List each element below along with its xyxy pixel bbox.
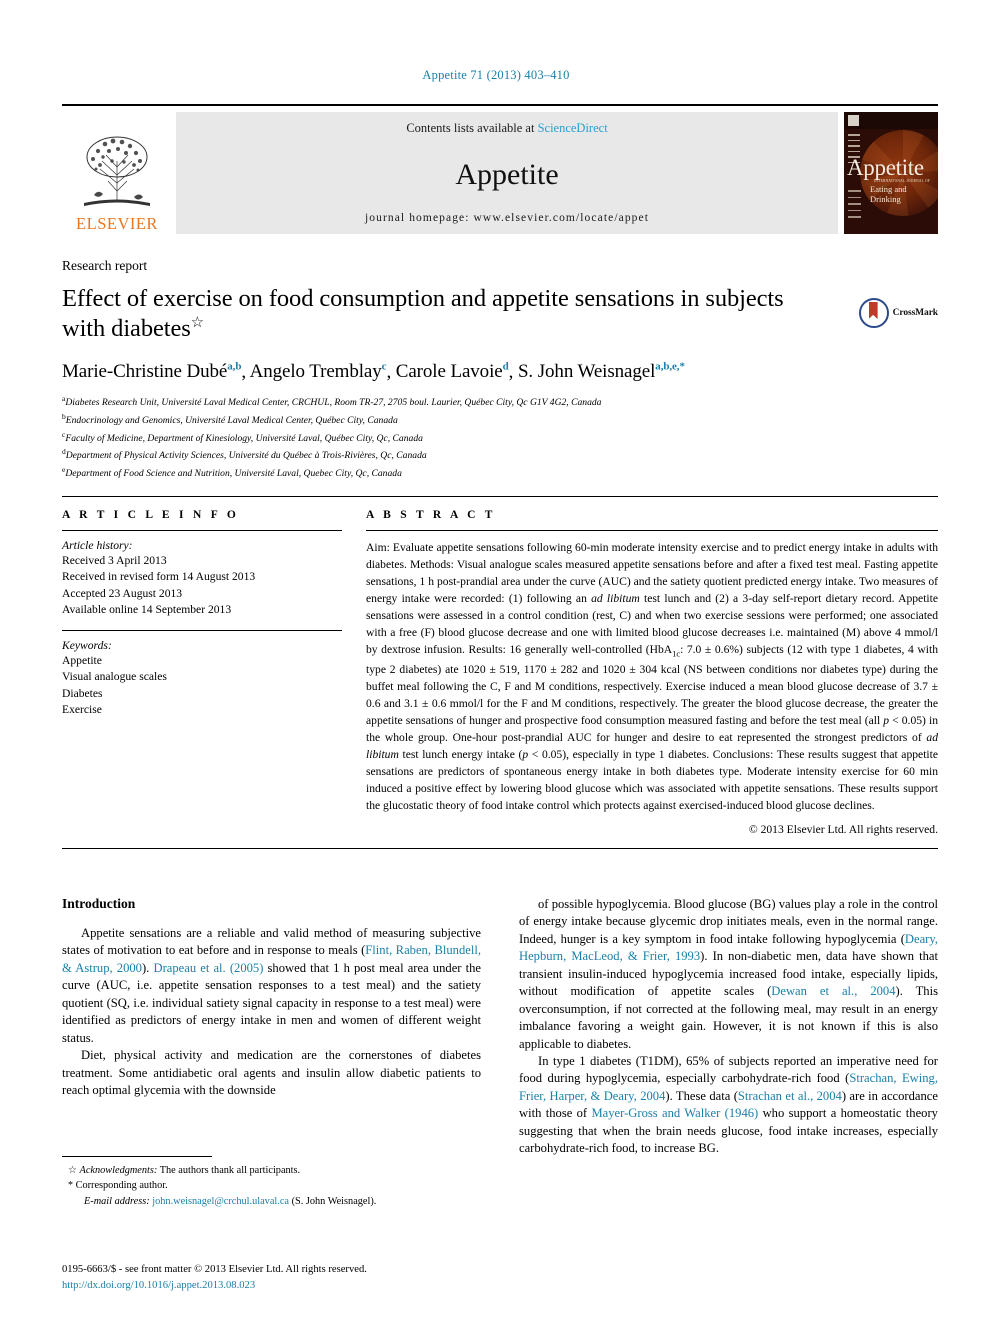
keyword-item: Visual analogue scales — [62, 670, 167, 684]
journal-masthead: ELSEVIER Contents lists available at Sci… — [62, 104, 938, 236]
article-type-label: Research report — [62, 258, 148, 273]
article-history-item: Received in revised form 14 August 2013 — [62, 570, 256, 584]
corresponding-author-text: Corresponding author. — [75, 1180, 168, 1192]
cover-journal-title: Appetite — [847, 155, 924, 180]
crossmark-badge-icon — [858, 298, 889, 328]
footnote-divider — [62, 1156, 212, 1157]
article-info-column: A R T I C L E I N F O Article history: R… — [62, 497, 358, 836]
masthead-center-panel: Contents lists available at ScienceDirec… — [176, 112, 838, 234]
affiliation-list: aDiabetes Research Unit, Université Lava… — [62, 393, 938, 482]
keyword-item: Appetite — [62, 653, 102, 667]
article-title-text: Effect of exercise on food consumption a… — [62, 285, 784, 343]
contents-available-line: Contents lists available at ScienceDirec… — [406, 121, 607, 136]
paragraph: In type 1 diabetes (T1DM), 65% of subjec… — [519, 1053, 939, 1156]
info-abstract-band: A R T I C L E I N F O Article history: R… — [62, 496, 938, 850]
imprint-block: 0195-6663/$ - see front matter © 2013 El… — [62, 1262, 562, 1294]
acknowledgments-label: Acknowledgments: — [79, 1165, 158, 1176]
abstract-column: A B S T R A C T Aim: Evaluate appetite s… — [358, 497, 938, 836]
article-header: Research report Effect of exercise on fo… — [62, 258, 938, 482]
paragraph: Diet, physical activity and medication a… — [62, 1048, 481, 1097]
paragraph: Appetite sensations are a reliable and v… — [62, 926, 482, 1045]
divider — [366, 530, 938, 531]
issn-copyright-line: 0195-6663/$ - see front matter © 2013 El… — [62, 1264, 367, 1275]
author-affiliation-marks: a,b,e,* — [655, 360, 685, 373]
article-history-item: Available online 14 September 2013 — [62, 603, 232, 617]
email-owner: (S. John Weisnagel). — [291, 1195, 377, 1207]
article-history-item: Accepted 23 August 2013 — [62, 586, 183, 600]
cover-journal-subtitle-small: INTERNATIONAL JOURNAL OF — [874, 179, 931, 183]
contents-prefix: Contents lists available at — [406, 121, 538, 135]
affiliation-text: Department of Physical Activity Sciences… — [65, 450, 427, 462]
article-body: Introduction Appetite sensations are a r… — [62, 896, 938, 1158]
affiliation-item: cFaculty of Medicine, Department of Kine… — [62, 429, 938, 447]
footnote-marker: * — [68, 1180, 73, 1192]
journal-homepage-line[interactable]: journal homepage: www.elsevier.com/locat… — [365, 212, 649, 224]
author-item[interactable]: Carole Lavoied — [396, 361, 509, 382]
author-affiliation-marks: a,b — [227, 360, 242, 373]
cover-text-lines-bottom — [848, 190, 861, 223]
crossmark-logo[interactable]: CrossMark — [858, 284, 938, 328]
footnote-marker: ☆ — [68, 1165, 77, 1176]
cover-publisher-badge-icon — [848, 115, 859, 126]
journal-cover-thumbnail: Appetite INTERNATIONAL JOURNAL OF Eating… — [844, 112, 938, 234]
author-item[interactable]: Marie-Christine Dubéa,b — [62, 361, 241, 382]
title-footnote-marker[interactable]: ☆ — [191, 315, 204, 331]
elsevier-logo: ELSEVIER — [62, 112, 172, 234]
keyword-item: Diabetes — [62, 686, 103, 700]
affiliation-item: dDepartment of Physical Activity Science… — [62, 446, 938, 464]
email-link[interactable]: john.weisnagel@crchul.ulaval.ca — [152, 1196, 289, 1207]
divider — [62, 530, 342, 531]
keywords-label: Keywords: — [62, 638, 112, 652]
author-affiliation-marks: c — [381, 360, 387, 373]
journal-article-page: Appetite 71 (2013) 403–410 ELSEVIER Cont… — [0, 0, 992, 1323]
affiliation-item: aDiabetes Research Unit, Université Lava… — [62, 393, 938, 411]
author-item[interactable]: S. John Weisnagela,b,e,* — [518, 361, 685, 382]
divider — [62, 848, 938, 850]
author-item[interactable]: Angelo Tremblayc — [250, 361, 387, 382]
keyword-item: Exercise — [62, 703, 102, 717]
author-name: Carole Lavoie — [395, 361, 503, 383]
abstract-heading: A B S T R A C T — [366, 509, 496, 521]
acknowledgments-text: The authors thank all participants. — [157, 1165, 301, 1176]
sciencedirect-link[interactable]: ScienceDirect — [538, 121, 608, 135]
divider — [62, 629, 342, 631]
footnote-corresponding-author: * Corresponding author. — [62, 1178, 481, 1193]
running-head: Appetite 71 (2013) 403–410 — [422, 68, 570, 82]
author-name: Marie-Christine Dubé — [62, 361, 228, 383]
article-info-heading: A R T I C L E I N F O — [62, 509, 240, 521]
article-history-item: Received 3 April 2013 — [62, 554, 167, 567]
affiliation-text: Endocrinology and Genomics, Université L… — [65, 415, 398, 427]
elsevier-tree-icon — [84, 136, 150, 206]
crossmark-label: CrossMark — [892, 308, 938, 318]
footnote-acknowledgments: ☆ Acknowledgments: The authors thank all… — [62, 1163, 481, 1178]
article-history-label: Article history: — [62, 539, 133, 552]
section-title-introduction: Introduction — [62, 896, 136, 911]
abstract-copyright: © 2013 Elsevier Ltd. All rights reserved… — [748, 823, 938, 837]
author-name: S. John Weisnagel — [517, 361, 656, 383]
author-name: Angelo Tremblay — [249, 361, 382, 383]
doi-link[interactable]: http://dx.doi.org/10.1016/j.appet.2013.0… — [62, 1278, 562, 1294]
elsevier-wordmark: ELSEVIER — [76, 213, 158, 233]
body-column-right: of possible hypoglycemia. Blood glucose … — [519, 896, 938, 1158]
affiliation-text: Diabetes Research Unit, Université Laval… — [65, 397, 602, 409]
footnote-email: E-mail address: john.weisnagel@crchul.ul… — [62, 1194, 481, 1209]
email-label: E-mail address: — [84, 1195, 150, 1207]
paragraph: of possible hypoglycemia. Blood glucose … — [519, 897, 938, 1051]
article-title: Effect of exercise on food consumption a… — [62, 284, 802, 345]
affiliation-text: Department of Food Science and Nutrition… — [65, 468, 402, 480]
abstract-text: Aim: Evaluate appetite sensations follow… — [366, 541, 939, 813]
cover-journal-subtitle: Eating and Drinking — [870, 184, 907, 204]
body-column-left: Introduction Appetite sensations are a r… — [62, 896, 481, 1158]
affiliation-item: eDepartment of Food Science and Nutritio… — [62, 464, 938, 482]
affiliation-text: Faculty of Medicine, Department of Kines… — [65, 432, 423, 444]
affiliation-item: bEndocrinology and Genomics, Université … — [62, 411, 938, 429]
author-affiliation-marks: d — [502, 360, 509, 373]
author-list: Marie-Christine Dubéa,b, Angelo Tremblay… — [62, 360, 685, 383]
journal-title: Appetite — [455, 158, 559, 191]
page-footnotes: ☆ Acknowledgments: The authors thank all… — [62, 1156, 481, 1209]
